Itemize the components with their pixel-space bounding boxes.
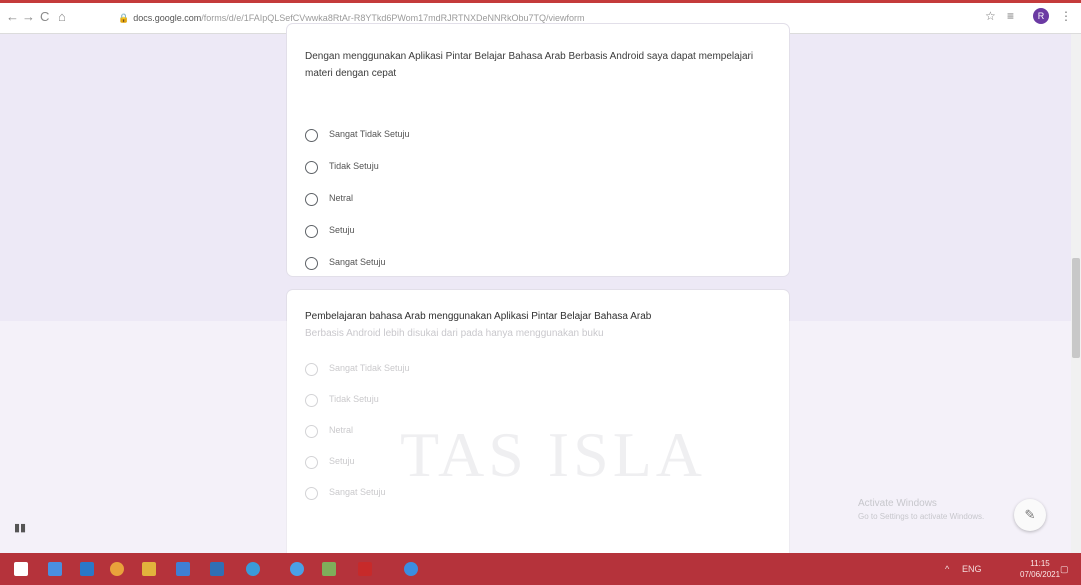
url-path: /forms/d/e/1FAIpQLSefCVwwka8RtAr-R8YTkd6…: [201, 13, 585, 23]
language-indicator[interactable]: ENG: [962, 564, 982, 574]
tray-chevron-icon[interactable]: ^: [945, 564, 949, 574]
task-view-icon[interactable]: [48, 562, 62, 576]
radio-button[interactable]: [305, 193, 318, 206]
lock-icon: 🔒: [118, 13, 130, 23]
radio-button[interactable]: [305, 394, 318, 407]
clock-date: 07/06/2021: [1020, 570, 1061, 579]
option-label: Setuju: [329, 456, 355, 466]
option-label: Netral: [329, 193, 354, 203]
reading-list-icon[interactable]: ≡: [1007, 9, 1014, 23]
app-icon[interactable]: [246, 562, 260, 576]
question-2-line-2: Berbasis Android lebih disukai dari pada…: [305, 328, 604, 339]
scrollbar-thumb[interactable]: [1072, 258, 1080, 358]
radio-button[interactable]: [305, 425, 318, 438]
radio-button[interactable]: [305, 129, 318, 142]
window-top-border: [0, 0, 1081, 3]
option-label: Sangat Tidak Setuju: [329, 363, 410, 373]
edge-icon[interactable]: [404, 562, 418, 576]
media-player-icon[interactable]: [80, 562, 94, 576]
photos-icon[interactable]: [322, 562, 336, 576]
bookmark-star-icon[interactable]: ☆: [985, 9, 996, 23]
store-icon[interactable]: [210, 562, 224, 576]
notification-icon[interactable]: ▢: [1060, 564, 1069, 575]
start-icon[interactable]: [14, 562, 28, 576]
activate-windows-notice: Activate Windows Go to Settings to activ…: [858, 497, 984, 523]
activate-title: Activate Windows: [858, 498, 937, 509]
watermark-text: TAS ISLA: [400, 419, 706, 490]
activate-subtitle: Go to Settings to activate Windows.: [858, 512, 985, 521]
system-clock[interactable]: 11:15 07/06/2021: [1020, 558, 1060, 580]
more-menu-icon[interactable]: ⋮: [1060, 9, 1072, 23]
url-host: docs.google.com: [133, 13, 202, 23]
forward-icon[interactable]: →: [22, 10, 35, 24]
home-icon[interactable]: ⌂: [58, 10, 66, 24]
report-flag-icon[interactable]: ▮▮: [14, 521, 26, 534]
radio-button[interactable]: [305, 225, 318, 238]
option-label: Sangat Setuju: [329, 487, 386, 497]
question-2-text: Pembelajaran bahasa Arab menggunakan Apl…: [305, 308, 775, 342]
word-icon[interactable]: [176, 562, 190, 576]
chrome-icon[interactable]: [110, 562, 124, 576]
radio-button[interactable]: [305, 363, 318, 376]
option-label: Sangat Tidak Setuju: [329, 129, 410, 139]
file-explorer-icon[interactable]: [142, 562, 156, 576]
option-label: Netral: [329, 425, 354, 435]
question-card-1: Dengan menggunakan Aplikasi Pintar Belaj…: [287, 24, 789, 276]
question-2-line-1: Pembelajaran bahasa Arab menggunakan Apl…: [305, 311, 652, 322]
profile-avatar[interactable]: R: [1033, 8, 1049, 24]
radio-button[interactable]: [305, 487, 318, 500]
browser-icon[interactable]: [290, 562, 304, 576]
reload-icon[interactable]: C: [40, 10, 49, 24]
windows-taskbar: ^ ENG 11:15 07/06/2021 ▢: [0, 553, 1081, 585]
back-icon[interactable]: ←: [6, 10, 19, 24]
option-label: Tidak Setuju: [329, 394, 379, 404]
question-1-text: Dengan menggunakan Aplikasi Pintar Belaj…: [305, 51, 754, 79]
radio-button[interactable]: [305, 456, 318, 469]
radio-button[interactable]: [305, 257, 318, 270]
option-label: Tidak Setuju: [329, 161, 379, 171]
radio-button[interactable]: [305, 161, 318, 174]
option-label: Sangat Setuju: [329, 257, 386, 267]
edit-pencil-icon[interactable]: ✎: [1014, 499, 1046, 531]
clock-time: 11:15: [1030, 559, 1050, 568]
pdf-icon[interactable]: [358, 562, 372, 576]
option-label: Setuju: [329, 225, 355, 235]
